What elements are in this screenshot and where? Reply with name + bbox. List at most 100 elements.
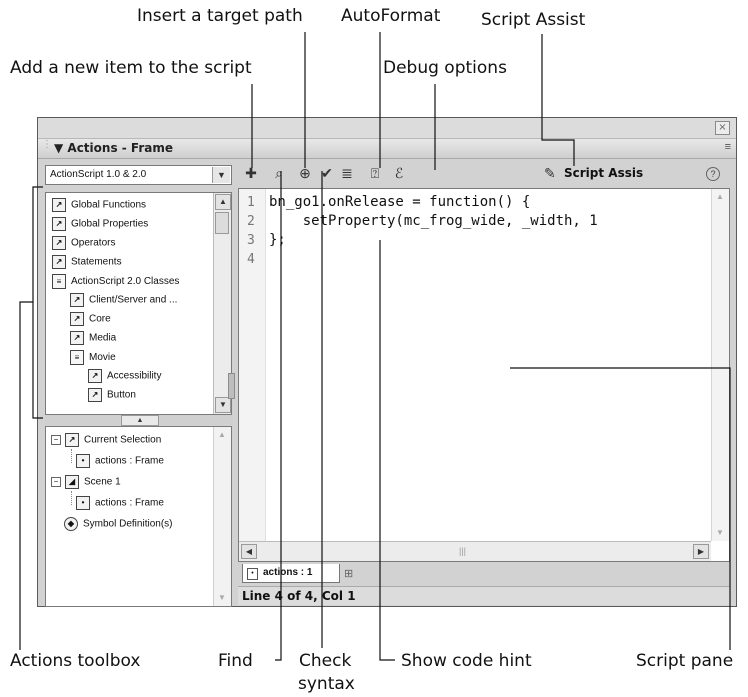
- add-item-icon[interactable]: ✚: [242, 163, 260, 183]
- toolbox-item-label: Client/Server and ...: [89, 294, 178, 306]
- toolbox-splitter[interactable]: ▲: [45, 415, 232, 426]
- navigator-scrollbar[interactable]: ▲ ▼: [213, 427, 231, 606]
- tab-label: actions : 1: [263, 567, 313, 578]
- callout-script-pane: Script pane: [636, 651, 734, 671]
- script-frame-icon: •: [76, 454, 90, 468]
- book-icon: ↗: [88, 369, 102, 383]
- line-number: 4: [247, 252, 255, 267]
- callout-add-item: Add a new item to the script: [10, 58, 252, 78]
- script-assist-button[interactable]: Script Assis: [564, 166, 643, 180]
- toolbox-item-label: Media: [89, 332, 117, 344]
- help-icon[interactable]: ?: [706, 167, 720, 181]
- toolbox-item-global-properties[interactable]: ↗ Global Properties: [52, 217, 148, 235]
- toolbox-item-global-functions[interactable]: ↗ Global Functions: [52, 198, 146, 216]
- book-icon: ↗: [52, 255, 66, 269]
- scroll-up-icon[interactable]: ▲: [215, 428, 229, 442]
- scroll-up-icon[interactable]: ▲: [713, 190, 727, 204]
- callout-show-code-hint: Show code hint: [401, 651, 532, 671]
- collapse-arrow-icon[interactable]: ▲: [121, 415, 159, 426]
- panel-title: ▼ Actions - Frame: [54, 141, 174, 155]
- line-number: 2: [247, 214, 255, 229]
- nav-actions-frame-1[interactable]: • actions : Frame: [76, 454, 164, 468]
- toolbox-item-label: Global Properties: [71, 218, 149, 230]
- panel-titlebar[interactable]: ⋮ ▼ Actions - Frame ≡: [38, 139, 736, 159]
- autoformat-icon[interactable]: ≣: [338, 163, 356, 183]
- toolbox-item-operators[interactable]: ↗ Operators: [52, 236, 115, 254]
- book-icon: ↗: [88, 388, 102, 402]
- close-icon[interactable]: ×: [715, 121, 730, 135]
- pane-resize-handle[interactable]: [228, 373, 235, 399]
- script-frame-icon: •: [247, 568, 258, 580]
- scroll-thumb[interactable]: [215, 212, 229, 234]
- nav-actions-frame-2[interactable]: • actions : Frame: [76, 496, 164, 510]
- code-line[interactable]: setProperty(mc_frog_wide, _width, 1: [269, 213, 598, 229]
- nav-symbol-definitions[interactable]: ◆ Symbol Definition(s): [64, 517, 172, 531]
- toolbox-item-label: Operators: [71, 237, 116, 249]
- actions-panel: × ⋮ ▼ Actions - Frame ≡ ActionScript 1.0…: [37, 117, 737, 607]
- book-icon: ↗: [52, 198, 66, 212]
- toolbox-item-statements[interactable]: ↗ Statements: [52, 255, 122, 273]
- status-text: Line 4 of 4, Col 1: [242, 589, 356, 603]
- callout-autoformat: AutoFormat: [341, 6, 441, 26]
- scroll-grip-icon: |||: [459, 546, 467, 556]
- nav-label: Current Selection: [84, 434, 162, 446]
- book-icon: ↗: [52, 217, 66, 231]
- script-horizontal-scrollbar[interactable]: ◀ ||| ▶: [239, 541, 711, 561]
- check-syntax-icon[interactable]: ✔: [318, 163, 336, 183]
- toolbox-item-accessibility[interactable]: ↗ Accessibility: [88, 369, 161, 387]
- actions-toolbox: ↗ Global Functions ↗ Global Properties ↗ Op…: [45, 192, 232, 415]
- scene-icon: ◢: [65, 475, 79, 489]
- toolbox-item-button[interactable]: ↗ Button: [88, 388, 136, 406]
- language-select[interactable]: ActionScript 1.0 & 2.0 ▼: [45, 165, 232, 185]
- callout-actions-toolbox: Actions toolbox: [10, 651, 141, 671]
- script-vertical-scrollbar[interactable]: ▲ ▼: [711, 189, 729, 541]
- scroll-down-icon[interactable]: ▼: [713, 526, 727, 540]
- book-icon: ↗: [65, 433, 79, 447]
- script-pane[interactable]: 1 2 3 4 bn_go1.onRelease = function() { …: [238, 188, 730, 562]
- collapse-icon[interactable]: −: [51, 435, 61, 445]
- code-line[interactable]: };: [269, 232, 286, 248]
- nav-scene-1[interactable]: − ◢ Scene 1: [51, 475, 121, 489]
- show-code-hint-icon[interactable]: ⍰: [366, 163, 384, 183]
- toolbox-item-media[interactable]: ↗ Media: [70, 331, 116, 349]
- panel-menu-icon[interactable]: ≡: [725, 141, 731, 153]
- scroll-down-icon[interactable]: ▼: [215, 397, 231, 413]
- callout-find: Find: [218, 651, 253, 671]
- scroll-left-icon[interactable]: ◀: [241, 544, 257, 559]
- nav-label: actions : Frame: [95, 497, 164, 509]
- scroll-up-icon[interactable]: ▲: [215, 194, 231, 210]
- callout-check-syntax-1: Check: [299, 651, 352, 671]
- line-number-gutter: 1 2 3 4: [239, 189, 266, 541]
- scroll-down-icon[interactable]: ▼: [215, 591, 229, 605]
- collapse-icon[interactable]: −: [51, 477, 61, 487]
- toolbox-item-core[interactable]: ↗ Core: [70, 312, 111, 330]
- grip-icon[interactable]: ⋮: [42, 140, 52, 154]
- language-select-value: ActionScript 1.0 & 2.0: [50, 169, 147, 180]
- pin-script-icon[interactable]: ⊞: [344, 567, 353, 580]
- toolbox-item-as2-classes[interactable]: ≡ ActionScript 2.0 Classes: [52, 274, 179, 292]
- open-book-icon: ≡: [52, 274, 66, 289]
- tab-actions-1[interactable]: • actions : 1: [242, 564, 340, 583]
- toolbox-item-label: Movie: [89, 352, 116, 364]
- toolbox-item-client-server[interactable]: ↗ Client/Server and ...: [70, 293, 177, 311]
- nav-current-selection[interactable]: − ↗ Current Selection: [51, 433, 161, 447]
- scroll-right-icon[interactable]: ▶: [693, 544, 709, 559]
- panel-title-text: Actions - Frame: [67, 141, 174, 155]
- toolbox-item-movie[interactable]: ≡ Movie: [70, 350, 116, 368]
- find-icon[interactable]: ⌕: [270, 163, 288, 183]
- chevron-down-icon[interactable]: ▼: [212, 167, 230, 183]
- toolbox-item-label: Core: [89, 313, 111, 325]
- debug-options-icon[interactable]: ℰ: [390, 163, 408, 183]
- code-line[interactable]: bn_go1.onRelease = function() {: [269, 194, 530, 210]
- script-tab-strip: • actions : 1 ⊞: [238, 563, 730, 585]
- callout-check-syntax-2: syntax: [298, 674, 355, 694]
- nav-label: actions : Frame: [95, 455, 164, 467]
- insert-target-path-icon[interactable]: ⊕: [296, 163, 314, 183]
- script-frame-icon: •: [76, 496, 90, 510]
- tree-guide-line: [71, 491, 72, 505]
- book-icon: ↗: [70, 331, 84, 345]
- script-assist-wand-icon[interactable]: ✎: [544, 163, 560, 183]
- callout-script-assist: Script Assist: [481, 10, 586, 30]
- book-icon: ↗: [70, 293, 84, 307]
- leader-toolbox: [19, 301, 33, 650]
